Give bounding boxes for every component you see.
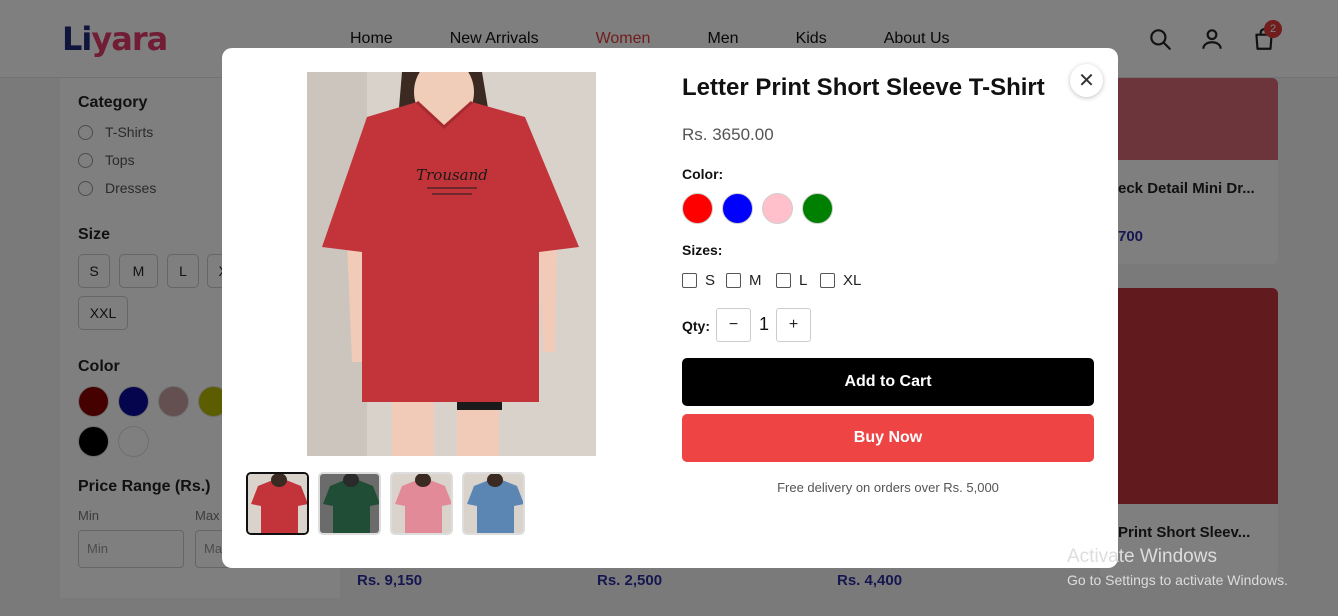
color-option-pink[interactable] (762, 193, 793, 224)
color-option-green[interactable] (802, 193, 833, 224)
watermark-subtitle: Go to Settings to activate Windows. (1067, 572, 1288, 588)
watermark-title: Activate Windows (1067, 546, 1217, 567)
close-icon[interactable]: ✕ (1070, 64, 1103, 97)
checkbox[interactable] (820, 273, 835, 288)
size-option-m[interactable]: M (726, 272, 762, 289)
sizes-label: Sizes: (682, 242, 723, 258)
windows-activation-watermark: Activate Windows Go to Settings to activ… (1067, 546, 1288, 588)
delivery-note: Free delivery on orders over Rs. 5,000 (777, 480, 999, 495)
size-option-s[interactable]: S (682, 272, 715, 289)
thumbnail-red[interactable] (246, 472, 309, 535)
qty-label: Qty: (682, 318, 710, 334)
buy-now-button[interactable]: Buy Now (682, 414, 1094, 462)
quick-view-modal: Trousand Letter Print Short Sleeve T-Shi… (222, 48, 1118, 568)
color-label: Color: (682, 166, 724, 182)
qty-value: 1 (758, 314, 769, 334)
color-option-blue[interactable] (722, 193, 753, 224)
product-title: Letter Print Short Sleeve T-Shirt (682, 74, 1045, 101)
size-option-l[interactable]: L (776, 272, 807, 289)
shirt-print-text: Trousand (416, 166, 488, 184)
thumbnail-pink[interactable] (390, 472, 453, 535)
thumbnail-dark-green[interactable] (318, 472, 381, 535)
add-to-cart-button[interactable]: Add to Cart (682, 358, 1094, 406)
checkbox[interactable] (776, 273, 791, 288)
checkbox[interactable] (726, 273, 741, 288)
product-main-image: Trousand (307, 72, 596, 456)
qty-decrease-button[interactable]: − (716, 308, 751, 342)
size-option-xl[interactable]: XL (820, 272, 861, 289)
product-price: Rs. 3650.00 (682, 125, 774, 144)
color-option-red[interactable] (682, 193, 713, 224)
qty-increase-button[interactable]: + (776, 308, 811, 342)
thumbnail-blue[interactable] (462, 472, 525, 535)
checkbox[interactable] (682, 273, 697, 288)
